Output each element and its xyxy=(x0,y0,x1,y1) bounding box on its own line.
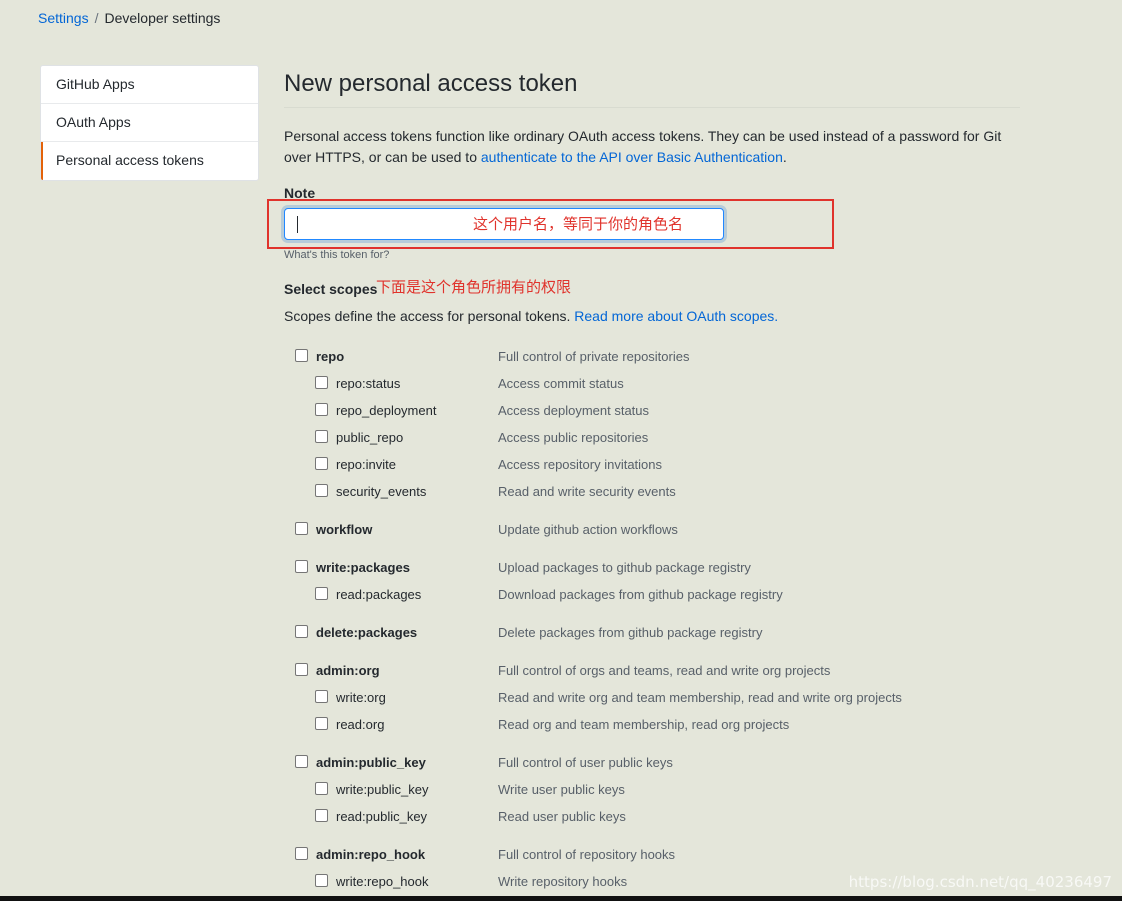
scope-desc: Write user public keys xyxy=(498,782,625,797)
note-hint: What's this token for? xyxy=(284,249,390,261)
scope-name[interactable]: write:org xyxy=(336,689,386,707)
scope-checkbox-repo[interactable] xyxy=(295,349,308,362)
scope-row-delete-packages: delete:packages Delete packages from git… xyxy=(284,624,1020,642)
scope-row-read-org: read:org Read org and team membership, r… xyxy=(284,716,1020,734)
scope-name[interactable]: public_repo xyxy=(336,429,403,447)
scope-checkbox-workflow[interactable] xyxy=(295,522,308,535)
scope-desc: Update github action workflows xyxy=(498,522,678,537)
scope-desc: Full control of orgs and teams, read and… xyxy=(498,663,831,678)
breadcrumb: Settings / Developer settings xyxy=(38,9,220,27)
breadcrumb-current: Developer settings xyxy=(104,10,221,26)
scopes-description-text: Scopes define the access for personal to… xyxy=(284,308,575,324)
scope-desc: Access deployment status xyxy=(498,403,650,418)
scope-name[interactable]: write:public_key xyxy=(336,781,429,799)
scope-checkbox-repo-invite[interactable] xyxy=(315,457,328,470)
scope-checkbox-repo-status[interactable] xyxy=(315,376,328,389)
scope-name[interactable]: repo:status xyxy=(336,375,400,393)
intro-text: Personal access tokens function like ord… xyxy=(284,126,1020,168)
scope-name[interactable]: security_events xyxy=(336,483,426,501)
scope-desc: Full control of user public keys xyxy=(498,755,673,770)
sidebar-item-github-apps[interactable]: GitHub Apps xyxy=(41,66,258,104)
scope-name[interactable]: read:public_key xyxy=(336,808,427,826)
intro-text-end: . xyxy=(782,149,787,165)
scope-row-repo-deployment: repo_deployment Access deployment status xyxy=(284,402,1020,420)
scope-row-write-packages: write:packages Upload packages to github… xyxy=(284,559,1020,577)
scope-checkbox-read-org[interactable] xyxy=(315,717,328,730)
scope-name[interactable]: delete:packages xyxy=(316,624,417,642)
scope-name[interactable]: admin:repo_hook xyxy=(316,846,425,864)
scope-name[interactable]: write:repo_hook xyxy=(336,873,429,891)
scope-checkbox-public-repo[interactable] xyxy=(315,430,328,443)
scope-desc: Access commit status xyxy=(498,376,624,391)
scope-desc: Upload packages to github package regist… xyxy=(498,560,751,575)
scope-checkbox-write-repo-hook[interactable] xyxy=(315,874,328,887)
scope-name[interactable]: read:packages xyxy=(336,586,421,604)
scope-checkbox-admin-repo-hook[interactable] xyxy=(295,847,308,860)
scope-desc: Read org and team membership, read org p… xyxy=(498,717,790,732)
note-label: Note xyxy=(284,185,316,201)
scope-name[interactable]: workflow xyxy=(316,521,372,539)
scope-checkbox-read-packages[interactable] xyxy=(315,587,328,600)
annotation-scopes-callout: 下面是这个角色所拥有的权限 xyxy=(376,278,572,296)
scope-checkbox-admin-public-key[interactable] xyxy=(295,755,308,768)
breadcrumb-settings-link[interactable]: Settings xyxy=(38,10,89,26)
scope-checkbox-write-packages[interactable] xyxy=(295,560,308,573)
scope-desc: Write repository hooks xyxy=(498,874,628,889)
scope-row-security-events: security_events Read and write security … xyxy=(284,483,1020,501)
scope-checkbox-admin-org[interactable] xyxy=(295,663,308,676)
scope-name[interactable]: repo xyxy=(316,348,344,366)
scope-desc: Full control of repository hooks xyxy=(498,847,676,862)
bottom-bar xyxy=(0,896,1122,901)
scope-desc: Read and write security events xyxy=(498,484,676,499)
basic-auth-link[interactable]: authenticate to the API over Basic Authe… xyxy=(481,149,783,165)
breadcrumb-separator: / xyxy=(94,10,99,26)
scope-row-read-packages: read:packages Download packages from git… xyxy=(284,586,1020,604)
scope-row-write-org: write:org Read and write org and team me… xyxy=(284,689,1020,707)
select-scopes-label: Select scopes xyxy=(284,281,378,297)
scope-row-write-public-key: write:public_key Write user public keys xyxy=(284,781,1020,799)
scope-row-workflow: workflow Update github action workflows xyxy=(284,521,1020,539)
scope-desc: Full control of private repositories xyxy=(498,349,690,364)
scope-checkbox-write-public-key[interactable] xyxy=(315,782,328,795)
scope-row-public-repo: public_repo Access public repositories xyxy=(284,429,1020,447)
scope-name[interactable]: repo_deployment xyxy=(336,402,436,420)
scope-row-admin-public-key: admin:public_key Full control of user pu… xyxy=(284,754,1020,772)
watermark: https://blog.csdn.net/qq_40236497 xyxy=(848,873,1112,891)
scope-checkbox-repo-deployment[interactable] xyxy=(315,403,328,416)
sidebar-item-personal-access-tokens[interactable]: Personal access tokens xyxy=(41,142,258,180)
scope-name[interactable]: write:packages xyxy=(316,559,410,577)
scope-desc: Access public repositories xyxy=(498,430,649,445)
scope-row-admin-repo-hook: admin:repo_hook Full control of reposito… xyxy=(284,846,1020,864)
scope-checkbox-security-events[interactable] xyxy=(315,484,328,497)
scope-checkbox-write-org[interactable] xyxy=(315,690,328,703)
scope-desc: Download packages from github package re… xyxy=(498,587,783,602)
text-caret xyxy=(297,216,298,233)
annotation-note-callout: 这个用户名，等同于你的角色名 xyxy=(473,215,684,233)
scope-row-repo-invite: repo:invite Access repository invitation… xyxy=(284,456,1020,474)
scope-desc: Read user public keys xyxy=(498,809,626,824)
scope-desc: Read and write org and team membership, … xyxy=(498,690,902,705)
scope-name[interactable]: admin:org xyxy=(316,662,380,680)
scope-name[interactable]: repo:invite xyxy=(336,456,396,474)
scope-desc: Access repository invitations xyxy=(498,457,663,472)
scope-row-repo-status: repo:status Access commit status xyxy=(284,375,1020,393)
page-title: New personal access token xyxy=(284,69,1020,108)
scope-checkbox-delete-packages[interactable] xyxy=(295,625,308,638)
scope-row-read-public-key: read:public_key Read user public keys xyxy=(284,808,1020,826)
sidebar-nav: GitHub Apps OAuth Apps Personal access t… xyxy=(40,65,259,181)
scope-desc: Delete packages from github package regi… xyxy=(498,625,763,640)
scopes-description: Scopes define the access for personal to… xyxy=(284,308,778,324)
sidebar-item-oauth-apps[interactable]: OAuth Apps xyxy=(41,104,258,142)
oauth-scopes-link[interactable]: Read more about OAuth scopes. xyxy=(574,308,778,324)
scope-checkbox-read-public-key[interactable] xyxy=(315,809,328,822)
scope-name[interactable]: read:org xyxy=(336,716,384,734)
scope-row-admin-org: admin:org Full control of orgs and teams… xyxy=(284,662,1020,680)
scope-row-repo: repo Full control of private repositorie… xyxy=(284,348,1020,366)
scope-name[interactable]: admin:public_key xyxy=(316,754,426,772)
